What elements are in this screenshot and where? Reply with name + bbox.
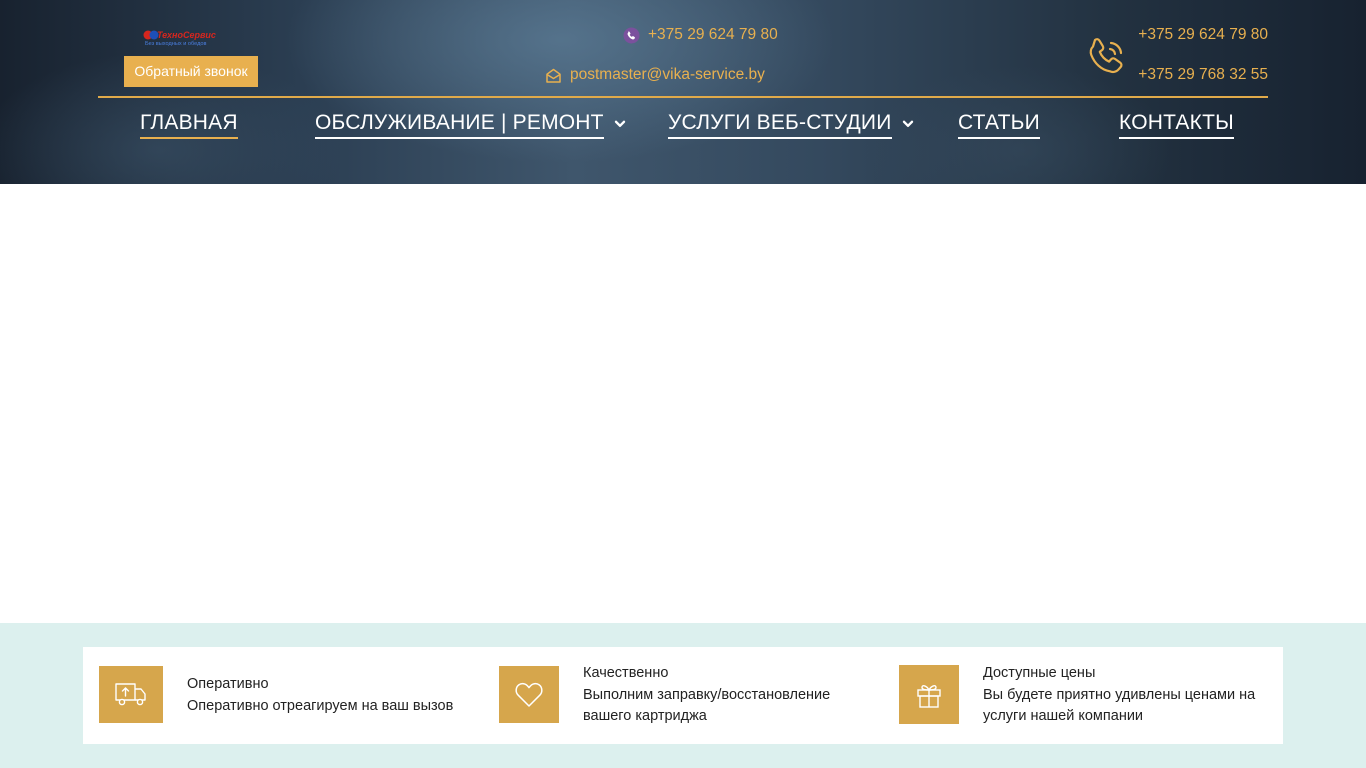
site-header: ТехноСервис Без выходных и обедов Обратн… [0,0,1366,184]
feature-title: Оперативно [187,676,269,692]
nav-item-contacts[interactable]: КОНТАКТЫ [1119,110,1234,139]
feature-description-line: Выполним заправку/восстановление [583,686,831,703]
feature-description-line: услуги нашей компании [983,708,1144,724]
nav-item-label: ОБСЛУЖИВАНИЕ | РЕМОНТ [315,110,604,139]
chevron-down-icon[interactable] [614,118,626,130]
feature-description: Оперативно отреагируем на ваш вызов [187,697,454,714]
feature-text: Доступные цены Вы будете приятно удивлен… [983,663,1255,728]
nav-item-articles[interactable]: СТАТЬИ [958,110,1040,139]
main-content [0,184,1366,623]
svg-text:Без выходных и обедов: Без выходных и обедов [145,41,207,47]
main-nav: ГЛАВНАЯ ОБСЛУЖИВАНИЕ | РЕМОНТ УСЛУГИ ВЕБ… [0,110,1366,154]
site-logo[interactable]: ТехноСервис Без выходных и обедов [143,27,223,47]
features-card: Оперативно Оперативно отреагируем на ваш… [83,647,1283,744]
gift-icon [917,684,941,708]
feature-title: Качественно [583,665,669,681]
logo-icon: ТехноСервис Без выходных и обедов [143,30,216,47]
svg-text:ТехноСервис: ТехноСервис [157,30,216,40]
header-divider [98,96,1268,98]
email-text: postmaster@vika-service.by [570,66,765,83]
viber-icon [623,27,640,43]
features-section: Оперативно Оперативно отреагируем на ваш… [0,623,1366,768]
truck-icon [115,682,146,705]
nav-item-label: КОНТАКТЫ [1119,110,1234,139]
heart-icon [515,682,543,707]
feature-text: Качественно Выполним заправку/восстановл… [583,663,830,728]
feature-description-line: Вы будете приятно удивлены ценами на [983,686,1256,703]
feature-icon-box [499,666,559,723]
feature-title: Доступные цены [983,665,1096,681]
chevron-down-icon[interactable] [902,118,914,130]
feature-description-line: вашего картриджа [583,708,707,724]
nav-item-service-repair[interactable]: ОБСЛУЖИВАНИЕ | РЕМОНТ [315,110,626,139]
feature-text: Оперативно Оперативно отреагируем на ваш… [187,674,453,717]
nav-item-label: СТАТЬИ [958,110,1040,139]
nav-item-home[interactable]: ГЛАВНАЯ [140,110,238,139]
feature-icon-box [99,666,163,723]
feature-icon-box [899,665,959,724]
nav-item-label: ГЛАВНАЯ [140,110,238,139]
viber-phone-link[interactable]: +375 29 624 79 80 [623,26,778,44]
viber-phone-text: +375 29 624 79 80 [648,26,778,43]
email-link[interactable]: postmaster@vika-service.by [545,66,765,84]
envelope-open-icon [546,68,561,83]
callback-button[interactable]: Обратный звонок [124,56,258,87]
nav-item-web-studio[interactable]: УСЛУГИ ВЕБ-СТУДИИ [668,110,914,139]
nav-item-label: УСЛУГИ ВЕБ-СТУДИИ [668,110,892,139]
phone-link-1[interactable]: +375 29 624 79 80 [1138,26,1268,44]
phone-icon [1089,38,1123,74]
phone-link-2[interactable]: +375 29 768 32 55 [1138,66,1268,84]
